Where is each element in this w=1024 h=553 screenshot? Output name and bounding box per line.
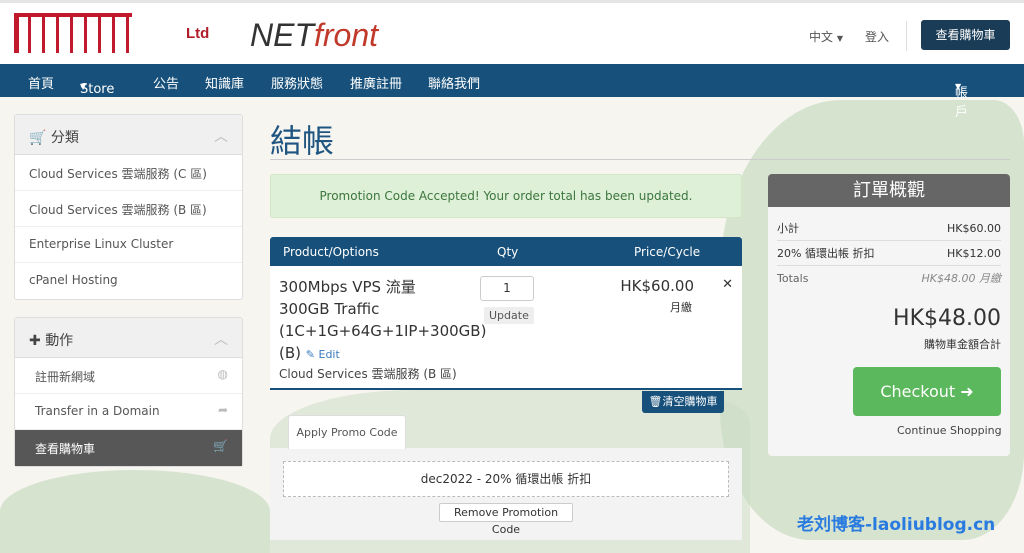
product-name-line: 300Mbps VPS 流量 — [279, 278, 416, 296]
update-button[interactable]: Update — [484, 307, 534, 324]
divider — [906, 21, 907, 51]
order-summary-title: 訂單概觀 — [768, 174, 1010, 207]
divider — [270, 159, 1010, 160]
order-summary: 訂單概觀 小計 HK$60.00 20% 循環出帳 折扣 HK$12.00 Tota… — [768, 174, 1010, 456]
nav-contact[interactable]: 聯絡我們 — [428, 73, 480, 92]
totals-label: Totals — [777, 272, 809, 285]
action-label: 註冊新網域 — [35, 370, 96, 384]
arrow-right-icon: ➜ — [960, 382, 974, 401]
category-item[interactable]: Enterprise Linux Cluster — [15, 227, 242, 263]
subtotal-value: HK$60.00 — [947, 222, 1001, 235]
trash-icon: 🗑 — [648, 395, 663, 408]
share-icon: ➦ — [217, 403, 228, 417]
nav-announcements[interactable]: 公告 — [153, 73, 179, 92]
chevron-up-icon[interactable]: ︿ — [214, 126, 228, 146]
remove-promo-button[interactable]: Remove Promotion Code — [439, 503, 573, 536]
action-label: Transfer in a Domain — [35, 404, 160, 418]
quantity-input[interactable]: 1 — [480, 276, 534, 301]
tab-apply-promo-code[interactable]: Apply Promo Code — [288, 415, 406, 449]
billing-cycle: 月繳 — [670, 301, 692, 314]
pencil-icon: ✎ — [305, 348, 315, 361]
globe-icon: ◍ — [217, 367, 228, 381]
actions-title: 動作 — [45, 333, 74, 349]
brand-front: front — [314, 17, 379, 53]
brand-logo[interactable]: NETfront — [250, 17, 378, 54]
totals-value: HK$48.00 月繳 — [921, 272, 1001, 285]
promo-panel: dec2022 - 20% 循環出帳 折扣 Remove Promotion C… — [270, 448, 742, 540]
view-cart-button[interactable]: 查看購物車 — [921, 20, 1010, 50]
discount-row: 20% 循環出帳 折扣 HK$12.00 — [777, 241, 1001, 266]
subtotal-row: 小計 HK$60.00 — [777, 216, 1001, 241]
edit-label: Edit — [318, 348, 340, 361]
nav-status[interactable]: 服務狀態 — [271, 73, 323, 92]
total-label: 購物車金額合計 — [924, 338, 1001, 351]
totals-row: Totals HK$48.00 月繳 — [777, 266, 1001, 291]
caret-down-icon: ▼ — [80, 82, 87, 91]
checkout-label: Checkout — [880, 382, 956, 401]
language-dropdown[interactable]: 中文 ▼ — [809, 28, 843, 45]
subtotal-label: 小計 — [777, 222, 799, 235]
actions-header[interactable]: ✚ 動作 ︿ — [15, 318, 242, 358]
actions-panel: ✚ 動作 ︿ 註冊新網域 ◍ Transfer in a Domain ➦ 查看購物車… — [14, 317, 243, 467]
category-item[interactable]: cPanel Hosting — [15, 263, 242, 299]
cart-table-header: Product/Options Qty Price/Cycle — [270, 237, 742, 266]
main-nav: 首頁 Store ▼ 公告 知識庫 服務狀態 推廣註冊 聯絡我們 帳戶 ▼ — [0, 64, 1024, 120]
header: Ltd NETfront 中文 ▼ 登入 查看購物車 — [0, 0, 1024, 64]
nav-affiliates[interactable]: 推廣註冊 — [350, 73, 402, 92]
col-price: Price/Cycle — [634, 245, 701, 259]
action-transfer-domain[interactable]: Transfer in a Domain ➦ — [15, 394, 242, 430]
action-view-cart[interactable]: 查看購物車 🛒 — [15, 430, 242, 466]
applied-promo-code: dec2022 - 20% 循環出帳 折扣 — [283, 461, 729, 497]
categories-header[interactable]: 🛒 分類 ︿ — [15, 115, 242, 155]
caret-down-icon: ▼ — [955, 82, 962, 91]
remove-item-icon[interactable]: ✕ — [722, 277, 733, 292]
page-title: 結帳 — [270, 122, 335, 160]
categories-panel: 🛒 分類 ︿ Cloud Services 雲端服務 (C 區) Cloud Se… — [14, 114, 243, 300]
discount-value: HK$12.00 — [947, 247, 1001, 260]
action-register-domain[interactable]: 註冊新網域 ◍ — [15, 358, 242, 394]
empty-cart-label: 清空購物車 — [662, 395, 718, 408]
promo-success-alert: Promotion Code Accepted! Your order tota… — [270, 174, 742, 218]
language-label: 中文 — [809, 30, 834, 44]
continue-shopping-link[interactable]: Continue Shopping — [897, 424, 1002, 437]
plus-icon: ✚ — [29, 333, 41, 349]
caret-down-icon: ▼ — [836, 34, 843, 43]
checkout-button[interactable]: Checkout ➜ — [853, 367, 1001, 416]
cart-icon: 🛒 — [29, 130, 47, 146]
logo-ltd: Ltd — [186, 25, 210, 42]
product-name-line: (B) — [279, 344, 301, 362]
product-name-line: (1C+1G+64G+1IP+300GB) — [279, 322, 487, 340]
product-name: 300Mbps VPS 流量 300GB Traffic (1C+1G+64G+… — [279, 276, 487, 366]
company-logo[interactable] — [14, 13, 132, 57]
total-amount: HK$48.00 — [893, 306, 1001, 331]
watermark: 老刘博客-laoliublog.cn — [797, 515, 996, 535]
category-item[interactable]: Cloud Services 雲端服務 (B 區) — [15, 191, 242, 227]
col-product: Product/Options — [283, 245, 379, 259]
brand-net: NET — [250, 17, 314, 53]
item-price: HK$60.00 — [620, 277, 694, 295]
edit-link[interactable]: ✎ Edit — [306, 348, 340, 361]
product-group: Cloud Services 雲端服務 (B 區) — [279, 367, 457, 381]
action-label: 查看購物車 — [35, 442, 96, 456]
cart-table: Product/Options Qty Price/Cycle 300Mbps … — [270, 237, 742, 390]
product-name-line: 300GB Traffic — [279, 300, 380, 318]
categories-title: 分類 — [50, 130, 79, 146]
discount-label: 20% 循環出帳 折扣 — [777, 247, 875, 260]
nav-knowledgebase[interactable]: 知識庫 — [205, 73, 244, 92]
empty-cart-button[interactable]: 🗑清空購物車 — [642, 391, 724, 413]
cart-icon: 🛒 — [213, 439, 228, 453]
nav-home[interactable]: 首頁 — [28, 73, 54, 92]
login-link[interactable]: 登入 — [865, 28, 889, 45]
chevron-up-icon[interactable]: ︿ — [214, 329, 228, 349]
category-item[interactable]: Cloud Services 雲端服務 (C 區) — [15, 155, 242, 191]
col-qty: Qty — [497, 245, 519, 259]
